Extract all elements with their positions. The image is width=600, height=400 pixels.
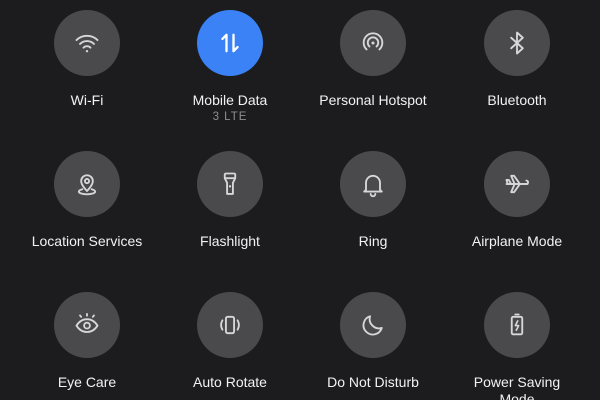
flashlight-icon — [223, 172, 237, 195]
tile-location-services: Location Services — [17, 151, 157, 250]
tile-ring: Ring — [303, 151, 443, 250]
personal-hotspot-label: Personal Hotspot — [319, 92, 427, 108]
do-not-disturb-toggle[interactable] — [340, 292, 406, 358]
wifi-label: Wi-Fi — [70, 92, 104, 108]
flashlight-label: Flashlight — [200, 233, 260, 249]
mobile-data-arrows-icon — [221, 33, 239, 53]
location-pin-icon — [77, 174, 97, 196]
wifi-icon — [75, 34, 99, 53]
battery-saver-icon — [510, 313, 524, 336]
auto-rotate-toggle[interactable] — [197, 292, 263, 358]
mobile-data-label: Mobile Data — [192, 92, 268, 108]
eye-icon — [75, 312, 99, 333]
ring-toggle[interactable] — [340, 151, 406, 217]
hotspot-icon — [362, 32, 384, 51]
tile-power-saving-mode: Power Saving Mode — [447, 292, 587, 400]
airplane-mode-toggle[interactable] — [484, 151, 550, 217]
quick-settings-panel: Wi-Fi Mobile Data 3 LTE Personal Hotspot — [0, 0, 600, 400]
flashlight-toggle[interactable] — [197, 151, 263, 217]
tile-airplane-mode: Airplane Mode — [447, 151, 587, 250]
tile-auto-rotate: Auto Rotate — [160, 292, 300, 391]
location-services-toggle[interactable] — [54, 151, 120, 217]
airplane-icon — [505, 174, 529, 194]
airplane-mode-label: Airplane Mode — [471, 233, 563, 249]
power-saving-mode-toggle[interactable] — [484, 292, 550, 358]
ring-label: Ring — [358, 233, 388, 249]
bluetooth-toggle[interactable] — [484, 10, 550, 76]
tile-do-not-disturb: Do Not Disturb — [303, 292, 443, 391]
tile-eye-care: Eye Care — [17, 292, 157, 391]
auto-rotate-icon — [220, 315, 240, 335]
auto-rotate-label: Auto Rotate — [193, 374, 267, 390]
bell-icon — [363, 174, 383, 198]
tile-bluetooth: Bluetooth — [447, 10, 587, 109]
tile-personal-hotspot: Personal Hotspot — [303, 10, 443, 109]
power-saving-mode-label: Power Saving Mode — [473, 374, 561, 400]
eye-care-toggle[interactable] — [54, 292, 120, 358]
tile-flashlight: Flashlight — [160, 151, 300, 250]
mobile-data-toggle[interactable] — [197, 10, 263, 76]
bluetooth-label: Bluetooth — [487, 92, 547, 108]
moon-icon — [362, 315, 383, 336]
eye-care-label: Eye Care — [57, 374, 117, 390]
tile-mobile-data: Mobile Data 3 LTE — [160, 10, 300, 123]
tile-wifi: Wi-Fi — [17, 10, 157, 109]
mobile-data-network-status: 3 LTE — [212, 111, 248, 123]
location-services-label: Location Services — [31, 233, 143, 249]
wifi-toggle[interactable] — [54, 10, 120, 76]
personal-hotspot-toggle[interactable] — [340, 10, 406, 76]
do-not-disturb-label: Do Not Disturb — [327, 374, 419, 390]
bluetooth-icon — [510, 31, 524, 55]
